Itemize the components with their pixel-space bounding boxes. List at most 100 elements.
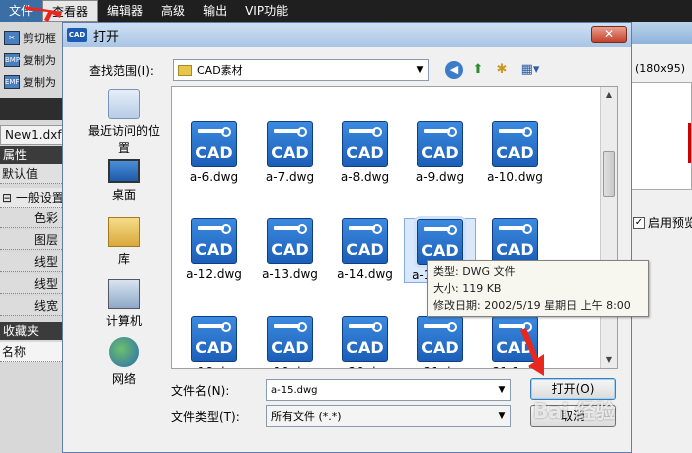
file-item[interactable]: CAD a-6.dwg (178, 121, 250, 184)
checkbox-checked-icon: ✓ (633, 216, 645, 229)
prop-linetype[interactable]: 线型 (0, 252, 66, 272)
tool-copy-label: 复制为 (23, 54, 56, 67)
scroll-down-icon[interactable]: ▼ (601, 352, 617, 368)
folder-icon (178, 64, 192, 76)
cad-file-icon: CAD (342, 121, 388, 167)
file-name: a-20.dwg (329, 365, 401, 368)
new-folder-icon[interactable]: ✱ (493, 61, 511, 79)
place-computer[interactable]: 计算机 (85, 279, 163, 329)
place-recent[interactable]: 最近访问的位置 (85, 89, 163, 156)
place-desktop[interactable]: 桌面 (85, 159, 163, 203)
file-name: a-14.dwg (337, 267, 393, 281)
file-item[interactable]: CAD a-13.dwg (254, 218, 326, 281)
view-menu-icon[interactable]: ▦▾ (517, 61, 543, 79)
filename-row: 文件名(N): a-15.dwg ▼ (171, 379, 511, 401)
desktop-icon (108, 159, 140, 183)
bmp-icon: BMP (4, 53, 20, 67)
file-item[interactable]: CAD a-9.dwg (404, 121, 476, 184)
file-name: a-12.dwg (186, 267, 242, 281)
filetype-row: 文件类型(T): 所有文件 (*.*) ▼ (171, 405, 511, 427)
menu-vip[interactable]: VIP功能 (236, 0, 297, 22)
computer-icon (108, 279, 140, 309)
file-name: a-21.dwg (404, 365, 476, 368)
lookin-row: 查找范围(I): CAD素材 ▼ (89, 59, 429, 81)
filetype-label: 文件类型(T): (171, 409, 240, 424)
cad-file-icon: CAD (267, 218, 313, 264)
doc-tab[interactable]: New1.dxf (0, 125, 66, 145)
place-network[interactable]: 网络 (85, 337, 163, 387)
chevron-down-icon: ▼ (416, 65, 424, 75)
tooltip-size: 大小: 119 KB (433, 282, 502, 295)
cad-file-icon: CAD (492, 121, 538, 167)
tooltip-type: 类型: DWG 文件 (433, 265, 516, 278)
cad-file-icon: CAD (342, 316, 388, 362)
menu-output[interactable]: 输出 (194, 0, 236, 22)
file-item[interactable]: CAD a-10.dwg (479, 121, 551, 184)
lookin-value: CAD素材 (197, 64, 243, 77)
place-recent-label: 最近访问的位置 (87, 124, 160, 155)
filetype-value: 所有文件 (*.*) (271, 410, 342, 423)
divider (0, 98, 66, 120)
default-row[interactable]: 默认值 (0, 164, 66, 184)
lookin-combo[interactable]: CAD素材 ▼ (173, 59, 429, 81)
preview-box (631, 82, 692, 190)
tool-copy-as-1[interactable]: BMP 复制为 (0, 50, 56, 70)
general-section[interactable]: ⊟ 一般设置 (0, 188, 66, 208)
place-network-label: 网络 (111, 372, 136, 386)
back-icon[interactable]: ◀ (445, 61, 463, 79)
filename-value: a-15.dwg (271, 384, 318, 396)
watermark: Bai 经验 (533, 399, 616, 423)
left-pane: ✂ 剪切框 BMP 复制为 EMF 复制为 New1.dxf 属性 默认值 ⊟ … (0, 22, 66, 453)
file-item[interactable]: CAD a-20.dwg (329, 316, 401, 368)
up-folder-icon[interactable]: ⬆ (469, 61, 487, 79)
menu-advanced[interactable]: 高级 (152, 0, 194, 22)
prop-linetype-scale[interactable]: 线型 (0, 274, 66, 294)
file-name: a-19.dwg (254, 365, 326, 368)
file-item[interactable]: CAD a-18.dwg (178, 316, 250, 368)
file-list-scrollbar[interactable]: ▲ ▼ (600, 87, 617, 368)
filename-label: 文件名(N): (171, 383, 230, 398)
prop-color[interactable]: 色彩 (0, 208, 66, 228)
filename-field[interactable]: a-15.dwg ▼ (266, 379, 511, 401)
cad-file-icon: CAD (267, 121, 313, 167)
file-name: a-8.dwg (340, 170, 390, 184)
file-item[interactable]: CAD a-21.dwg (404, 316, 476, 368)
prop-lineweight[interactable]: 线宽 (0, 296, 66, 316)
recent-places-icon (108, 89, 140, 119)
annotation-arrow-icon (24, 6, 62, 22)
fav-header: 收藏夹 (0, 322, 66, 340)
file-item[interactable]: CAD a-8.dwg (329, 121, 401, 184)
annotation-arrow-icon (520, 328, 544, 376)
file-list[interactable]: ▲ ▼ CAD a-6.dwg CAD a-7.dwg CAD a-8.dwg CAD a-9… (171, 86, 618, 369)
cad-file-icon: CAD (492, 218, 538, 264)
filetype-select[interactable]: 所有文件 (*.*) ▼ (266, 405, 511, 427)
scroll-up-icon[interactable]: ▲ (601, 87, 617, 103)
dialog-title: 打开 (93, 29, 120, 45)
tooltip-modified: 修改日期: 2002/5/19 星期日 上午 8:00 (433, 299, 631, 312)
file-name: a-7.dwg (265, 170, 315, 184)
file-item[interactable]: CAD a-7.dwg (254, 121, 326, 184)
tool-copy-as-2[interactable]: EMF 复制为 (0, 72, 56, 92)
enable-preview-label: 启用预览 (648, 216, 692, 230)
file-item[interactable]: CAD a-14.dwg (329, 218, 401, 281)
tool-clip[interactable]: ✂ 剪切框 (0, 28, 56, 48)
cad-file-icon: CAD (417, 316, 463, 362)
close-button[interactable]: ✕ (591, 26, 627, 43)
place-library-label: 库 (117, 252, 130, 266)
enable-preview-checkbox[interactable]: ✓ 启用预览 (633, 214, 692, 231)
preview-line (688, 123, 691, 163)
menu-editor[interactable]: 编辑器 (98, 0, 152, 22)
prop-layer[interactable]: 图层 (0, 230, 66, 250)
file-item[interactable]: CAD a-12.dwg (178, 218, 250, 281)
props-header: 属性 (0, 146, 66, 164)
file-name: a-6.dwg (189, 170, 239, 184)
cad-file-icon: CAD (267, 316, 313, 362)
chevron-down-icon[interactable]: ▼ (494, 406, 510, 426)
place-library[interactable]: 库 (85, 217, 163, 267)
preview-pane: (180x95) ✓ 启用预览 (625, 44, 692, 453)
scroll-thumb[interactable] (603, 151, 615, 197)
file-item[interactable]: CAD a-19.dwg (254, 316, 326, 368)
library-icon (108, 217, 140, 247)
tool-clip-label: 剪切框 (23, 32, 56, 45)
chevron-down-icon[interactable]: ▼ (494, 380, 510, 400)
